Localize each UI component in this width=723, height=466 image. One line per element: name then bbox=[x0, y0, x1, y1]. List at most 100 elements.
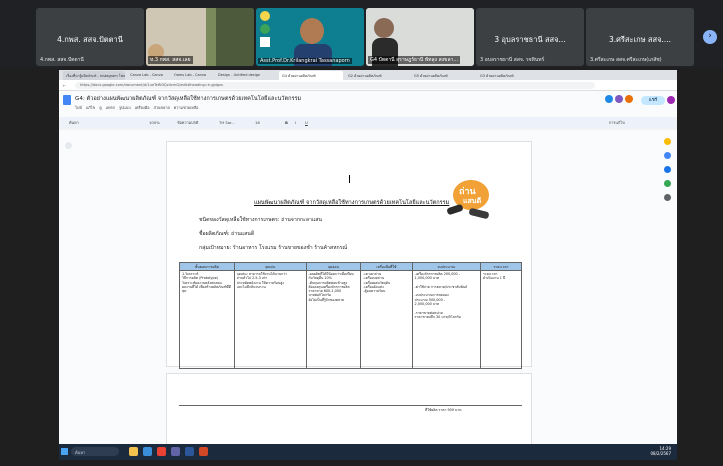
info-line[interactable]: ชื่อผลิตภัณฑ์: ถ่านแสนดี bbox=[199, 230, 254, 238]
text-cursor bbox=[349, 175, 350, 183]
keep-icon[interactable] bbox=[664, 138, 671, 145]
browser-tab[interactable]: Canva Lab - Canva bbox=[127, 71, 169, 80]
zoom-select[interactable]: 100% bbox=[149, 120, 160, 125]
back-icon[interactable]: ← bbox=[63, 83, 66, 88]
browser-tab-active[interactable]: G4 ด้วยผ่านผลิตภัณฑ์ bbox=[279, 71, 343, 80]
user-avatar[interactable] bbox=[667, 96, 675, 104]
participant-tile[interactable]: 4.กพส. สสจ.ปัตตานี 4.กพส. สสจ.ปัตตานี bbox=[36, 8, 144, 66]
browser-tab[interactable]: G2 ด้วยผ่านผลิตภัณฑ์ bbox=[345, 71, 409, 80]
windows-taskbar: ค้นหา 14:29 08/2/2567 bbox=[59, 444, 677, 460]
table-header[interactable]: งบประมาณ bbox=[411, 262, 481, 271]
add-icon[interactable] bbox=[664, 194, 671, 201]
avatar[interactable] bbox=[625, 95, 633, 103]
maps-icon[interactable] bbox=[664, 180, 671, 187]
bold-icon[interactable]: B bbox=[285, 120, 288, 125]
search-menus[interactable]: ค้นหา bbox=[69, 120, 79, 126]
person-face bbox=[300, 18, 324, 44]
video-caption: G4 ปัตตานี สุราษฎร์ธานี พัทลุง สงขลา... bbox=[368, 56, 461, 64]
table-cell[interactable]: -เครื่องจักรการผลิต 200,000 - 1,000,000 … bbox=[411, 270, 481, 369]
logo-icon bbox=[260, 11, 270, 21]
share-button[interactable]: แชร์ bbox=[641, 96, 665, 105]
participant-tile[interactable]: 3 อุบลราชธานี สสจ... 3 อบลราชธานี สสจ. ร… bbox=[476, 8, 584, 66]
docs-logo-icon[interactable] bbox=[63, 95, 71, 105]
development-plan-table: ขั้นตอนการผลิต จุดเด่น จุดอ่อน เครื่องมื… bbox=[179, 262, 523, 369]
menu-tools[interactable]: เครื่องมือ bbox=[135, 105, 150, 110]
start-icon[interactable] bbox=[61, 448, 68, 455]
table-header-row: ขั้นตอนการผลิต จุดเด่น จุดอ่อน เครื่องมื… bbox=[179, 262, 523, 271]
participant-name: 3.ศรีสะเกษ สสจ.... bbox=[608, 35, 672, 44]
participant-tile[interactable]: 3.ศรีสะเกษ สสจ.... 3.ศรีสะเกษ สสจ.ศรีสะเ… bbox=[586, 8, 694, 66]
teams-icon[interactable] bbox=[171, 447, 180, 456]
word-icon[interactable] bbox=[185, 447, 194, 456]
table-header[interactable]: จุดอ่อน bbox=[305, 262, 362, 271]
contacts-icon[interactable] bbox=[664, 166, 671, 173]
menu-view[interactable]: ดู bbox=[99, 105, 101, 110]
table-header[interactable]: ระยะเวลา bbox=[479, 262, 523, 271]
video-caption: Asst.Prof.Dr.Krilangkrai Tassanaporn bbox=[258, 58, 352, 64]
table-header[interactable]: ขั้นตอนการผลิต bbox=[179, 262, 235, 271]
file-explorer-icon[interactable] bbox=[129, 447, 138, 456]
docs-header: G4: ตัวอย่างแผนพัฒนาผลิตภัณฑ์ จากวัสดุเห… bbox=[59, 91, 677, 117]
menu-edit[interactable]: แก้ไข bbox=[86, 105, 95, 110]
info-line[interactable]: กลุ่มเป้าหมาย: ร้านอาหาร โรงแรม ร้านขายข… bbox=[199, 244, 347, 252]
participant-name: 3 อุบลราชธานี สสจ... bbox=[494, 35, 566, 44]
table-row: 1.วิเคราะห์ วิธีการผลิต (Prototype) วิเค… bbox=[179, 270, 523, 369]
font-size-field[interactable]: 16 bbox=[255, 120, 260, 125]
menu-file[interactable]: ไฟล์ bbox=[75, 105, 82, 110]
table-header[interactable]: จุดเด่น bbox=[233, 262, 307, 271]
browser-tab[interactable]: G3 ด้วยผ่านผลิตภัณฑ์ bbox=[477, 71, 541, 80]
menu-extensions[interactable]: ส่วนขยาย bbox=[153, 105, 169, 110]
logo-text: แสนดี bbox=[463, 197, 482, 205]
outline-icon[interactable] bbox=[65, 142, 72, 149]
logo-icon bbox=[260, 24, 270, 34]
browser-tab[interactable]: Ooms Lab - Canva bbox=[171, 71, 213, 80]
avatar[interactable] bbox=[615, 95, 623, 103]
tasks-icon[interactable] bbox=[664, 152, 671, 159]
chrome-icon[interactable] bbox=[157, 447, 166, 456]
product-logo-image: ถ่าน แสนดี bbox=[441, 176, 501, 222]
address-bar-row: ← https://docs.google.com/document/d/1ue… bbox=[59, 80, 677, 91]
system-clock[interactable]: 14:29 08/2/2567 bbox=[650, 446, 671, 456]
font-select[interactable]: TH Sar... bbox=[219, 120, 235, 125]
browser-tab[interactable]: G5 ด้วยผ่านผลิตภัณฑ์ bbox=[411, 71, 475, 80]
powerpoint-icon[interactable] bbox=[199, 447, 208, 456]
style-select[interactable]: ข้อความปกติ bbox=[177, 120, 198, 126]
participant-name: 4.กพส. สสจ.ปัตตานี bbox=[57, 35, 123, 44]
table-cell[interactable]: จุดเด่น: สามารถใช้งานได้นานกว่า ถ่านทั่ว… bbox=[233, 270, 307, 369]
url-field[interactable]: https://docs.google.com/document/d/1ueTs… bbox=[75, 82, 595, 89]
underline-icon[interactable]: U bbox=[305, 120, 308, 125]
participant-label: 3 อบลราชธานี สสจ. รจทินทร์ bbox=[480, 57, 545, 63]
browser-tab[interactable]: เรื่องที่น่ารู้ผลิตภัณฑ์ - Instagram โฟล… bbox=[63, 71, 125, 80]
participant-video[interactable]: ห.3 กพส. สสจ.เลย bbox=[146, 8, 254, 66]
editing-mode-select[interactable]: การแก้ไข bbox=[609, 120, 625, 126]
participant-video[interactable]: Asst.Prof.Dr.Krilangkrai Tassanaporn bbox=[256, 8, 364, 66]
docs-menu-bar: ไฟล์ แก้ไข ดู แทรก รูปแบบ เครื่องมือ ส่วนขยาย ค… bbox=[75, 105, 202, 111]
qr-code-icon bbox=[260, 37, 270, 47]
table-header[interactable]: เครื่องมือที่ใช้ bbox=[360, 262, 413, 271]
menu-format[interactable]: รูปแบบ bbox=[119, 105, 131, 110]
table-cell[interactable]: -ผลผลิตที่ได้มีน้อยกว่าเมื่อเทียบ กับวัส… bbox=[305, 270, 362, 369]
participant-label: 4.กพส. สสจ.ปัตตานี bbox=[40, 57, 84, 63]
taskbar-search[interactable]: ค้นหา bbox=[71, 447, 119, 456]
document-heading[interactable]: แผนพัฒนาผลิตภัณฑ์ จากวัสดุเหลือใช้ทางการ… bbox=[254, 199, 449, 207]
table-cell[interactable]: ระยะเวลา ดำเนินงาน 1 ปี bbox=[479, 270, 523, 369]
menu-help[interactable]: ความช่วยเหลือ bbox=[174, 105, 199, 110]
video-background bbox=[216, 8, 254, 66]
table-cell[interactable]: -เตาเผาถ่าน -เครื่องบดถ่าน -เครื่องผสมวั… bbox=[360, 270, 413, 369]
browser-tab[interactable]: Design - Untitled design bbox=[215, 71, 277, 80]
charcoal-piece bbox=[446, 203, 464, 216]
charcoal-piece bbox=[468, 207, 490, 220]
participant-video[interactable]: G4 ปัตตานี สุราษฎร์ธานี พัทลุง สงขลา... bbox=[366, 8, 474, 66]
edge-icon[interactable] bbox=[143, 447, 152, 456]
table-cell[interactable]: 1.วิเคราะห์ วิธีการผลิต (Prototype) วิเค… bbox=[179, 270, 235, 369]
italic-icon[interactable]: I bbox=[295, 120, 296, 125]
formatting-toolbar: ค้นหา 100% ข้อความปกติ TH Sar... 16 B I … bbox=[59, 117, 677, 128]
meeting-participants-strip: 4.กพส. สสจ.ปัตตานี 4.กพส. สสจ.ปัตตานี ห.… bbox=[0, 0, 723, 68]
menu-insert[interactable]: แทรก bbox=[106, 105, 115, 110]
table-cell[interactable]: ที่ใช้ผลิต ราคา 900 บาท bbox=[425, 408, 461, 413]
info-line[interactable]: ชนิดของวัสดุเหลือใช้ทางการเกษตร: ถ่านจาก… bbox=[199, 216, 322, 224]
avatar[interactable] bbox=[605, 95, 613, 103]
document-title[interactable]: G4: ตัวอย่างแผนพัฒนาผลิตภัณฑ์ จากวัสดุเห… bbox=[75, 95, 301, 103]
chevron-right-icon[interactable]: › bbox=[703, 30, 717, 44]
participant-label: 3.ศรีสะเกษ สสจ.ศรีสะเกษ(เภสัช) bbox=[590, 57, 662, 63]
